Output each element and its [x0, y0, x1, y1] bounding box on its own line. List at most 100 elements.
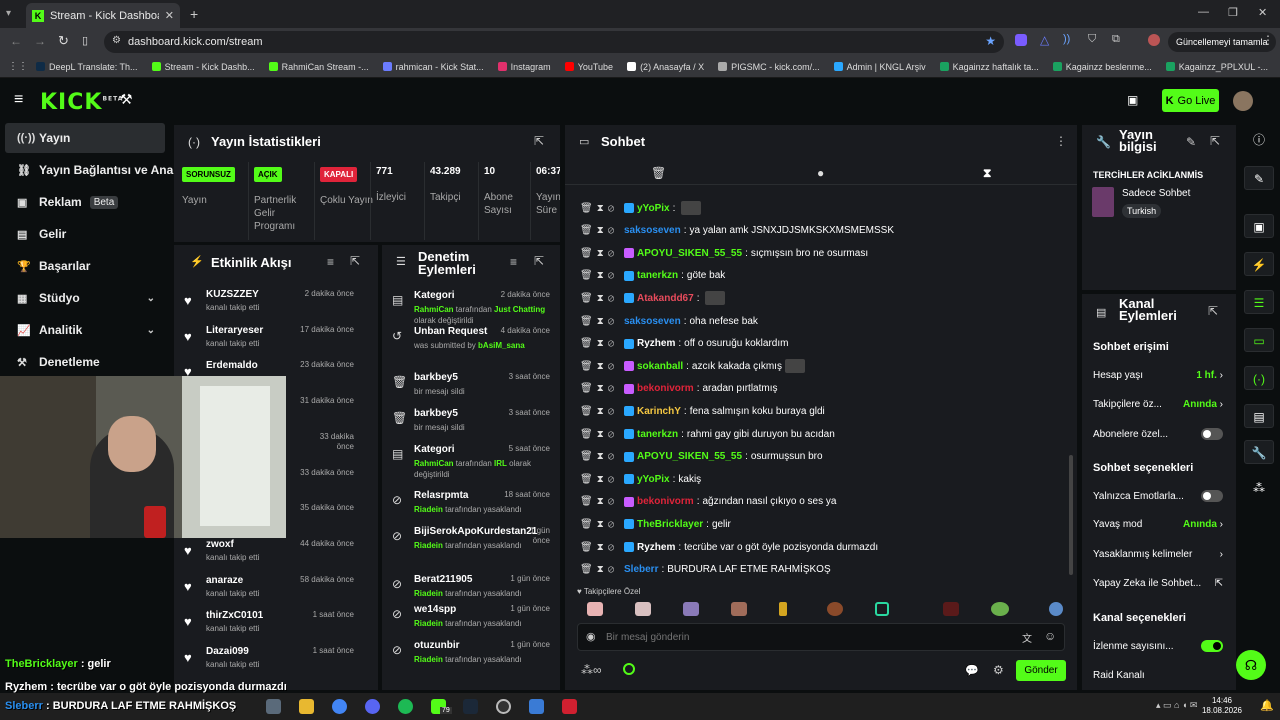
chat-username[interactable]: TheBricklayer: [637, 519, 703, 530]
settings-icon[interactable]: ⚙: [993, 663, 1004, 677]
message-actions-icons[interactable]: 🗑⧗⊘: [580, 429, 624, 440]
emote-icon[interactable]: [635, 602, 651, 616]
emote-icon[interactable]: [731, 602, 747, 616]
message-actions-icons[interactable]: 🗑⧗⊘: [580, 338, 624, 349]
popout-icon[interactable]: ⇱: [1208, 304, 1218, 318]
chat-username[interactable]: Ryzhem: [637, 338, 675, 349]
chevron-down-icon[interactable]: ⌄: [147, 325, 155, 336]
list-rail-icon[interactable]: ☰: [1244, 290, 1274, 314]
send-button[interactable]: Gönder: [1016, 660, 1066, 681]
sidebar-item-6[interactable]: ▦ Stüdyo ⌄: [5, 283, 165, 313]
raid-row[interactable]: Raid Kanalı: [1093, 670, 1223, 681]
update-button[interactable]: Güncellemeyi tamamla: [1168, 32, 1276, 52]
follower-name[interactable]: zwoxf: [206, 539, 234, 550]
apps-grid-icon[interactable]: ⋮⋮: [8, 61, 28, 72]
followers-only-row[interactable]: Takipçilere öz... Anında ›: [1093, 399, 1223, 410]
sidebar-toggle-icon[interactable]: ▯: [82, 34, 88, 47]
taskbar-app-icon[interactable]: [562, 699, 577, 714]
chat-username[interactable]: saksoseven: [624, 225, 681, 236]
emote-icon[interactable]: [827, 602, 843, 616]
chat-username[interactable]: APOYU_SIKEN_55_55: [637, 451, 742, 462]
chat-rail-icon[interactable]: ▭: [1244, 328, 1274, 352]
message-actions-icons[interactable]: 🗑⧗⊘: [580, 316, 624, 327]
translate-icon[interactable]: 文: [1022, 630, 1032, 645]
message-actions-icons[interactable]: 🗑⧗⊘: [580, 519, 624, 530]
emotes-only-toggle[interactable]: [1201, 490, 1223, 502]
chat-username[interactable]: saksoseven: [624, 316, 681, 327]
emote-icon[interactable]: [683, 602, 699, 616]
emote-icon[interactable]: [779, 602, 787, 616]
edit-icon[interactable]: ✎: [1186, 135, 1196, 149]
hamburger-menu-icon[interactable]: ≡: [14, 91, 23, 109]
chat-username[interactable]: tanerkzn: [637, 429, 678, 440]
reload-icon[interactable]: ↻: [58, 33, 69, 49]
mod-action-name[interactable]: Relasrpmta: [414, 490, 468, 501]
message-actions-icons[interactable]: 🗑⧗⊘: [580, 361, 624, 372]
support-headset-icon[interactable]: ☊: [1236, 650, 1266, 680]
chevron-down-icon[interactable]: ⌄: [147, 293, 155, 304]
file-explorer-icon[interactable]: [299, 699, 314, 714]
tab-chat-icon[interactable]: ●: [817, 166, 824, 180]
back-icon[interactable]: ←: [10, 34, 22, 48]
filter-icon[interactable]: ≡: [510, 255, 517, 269]
tab-deleted-icon[interactable]: 🗑: [651, 166, 666, 180]
points-icon[interactable]: ⁂∞: [581, 663, 602, 677]
share-rail-icon[interactable]: ⁂: [1244, 476, 1274, 500]
follower-name[interactable]: thirZxC0101: [206, 610, 263, 621]
shield-icon[interactable]: ⛉: [1088, 33, 1096, 46]
bookmark-item[interactable]: Admin | KNGL Arşiv: [833, 62, 926, 72]
follower-name[interactable]: KUZSZZEY: [206, 289, 259, 300]
message-actions-icons[interactable]: 🗑⧗⊘: [580, 248, 624, 259]
viewer-count-row[interactable]: İzlenme sayısını...: [1093, 640, 1223, 652]
camera-rail-icon[interactable]: ▣: [1244, 214, 1274, 238]
bookmark-item[interactable]: RahmiCan Stream -...: [268, 62, 369, 72]
close-tab-icon[interactable]: ✕: [165, 9, 174, 22]
mod-action-name[interactable]: Kategori: [414, 290, 455, 301]
message-actions-icons[interactable]: 🗑⧗⊘: [580, 474, 624, 485]
follower-name[interactable]: Erdemaldo: [206, 360, 258, 371]
sidebar-item-4[interactable]: ▤ Gelir: [5, 219, 165, 249]
message-actions-icons[interactable]: 🗑⧗⊘: [580, 496, 624, 507]
channel-rail-icon[interactable]: ▤: [1244, 404, 1274, 428]
banned-words-row[interactable]: Yasaklanmış kelimeler ›: [1093, 549, 1223, 560]
mod-action-name[interactable]: barkbey5: [414, 408, 458, 419]
message-actions-icons[interactable]: 🗑⧗⊘: [580, 564, 624, 575]
more-options-icon[interactable]: ⋮: [1055, 134, 1067, 148]
user-avatar[interactable]: [1233, 91, 1253, 111]
account-age-row[interactable]: Hesap yaşı 1 hf. ›: [1093, 370, 1223, 381]
taskbar-app-icon[interactable]: [266, 699, 281, 714]
emote-icon[interactable]: [943, 602, 959, 616]
mod-action-name[interactable]: Unban Request: [414, 326, 487, 337]
bookmark-item[interactable]: Kagainzz haftalık ta...: [939, 62, 1039, 72]
go-live-button[interactable]: K Go Live: [1162, 89, 1219, 112]
subs-only-row[interactable]: Abonelere özel...: [1093, 428, 1223, 440]
extension-wave-icon[interactable]: )): [1063, 33, 1070, 45]
filter-icon[interactable]: ≡: [327, 255, 334, 269]
chat-username[interactable]: sokanball: [637, 361, 683, 372]
hammer-icon[interactable]: ⚒: [120, 91, 133, 108]
discord-icon[interactable]: [365, 699, 380, 714]
message-actions-icons[interactable]: 🗑⧗⊘: [580, 270, 624, 281]
mod-action-name[interactable]: barkbey5: [414, 372, 458, 383]
forward-icon[interactable]: →: [34, 34, 46, 48]
message-actions-icons[interactable]: 🗑⧗⊘: [580, 203, 624, 214]
info-icon[interactable]: ⓘ: [1244, 128, 1274, 152]
chat-username[interactable]: bekonivorm: [637, 496, 694, 507]
bookmark-item[interactable]: Stream - Kick Dashb...: [151, 62, 255, 72]
tab-timeout-icon[interactable]: ⧗: [983, 166, 991, 181]
slow-mode-row[interactable]: Yavaş mod Anında ›: [1093, 519, 1223, 530]
profile-avatar[interactable]: [1148, 34, 1160, 46]
kick-logo[interactable]: KICKBETA: [40, 90, 123, 115]
site-info-icon[interactable]: ⚙: [112, 35, 121, 46]
mod-action-name[interactable]: Kategori: [414, 444, 455, 455]
spotify-icon[interactable]: [398, 699, 413, 714]
chat-username[interactable]: bekonivorm: [637, 383, 694, 394]
subs-only-toggle[interactable]: [1201, 428, 1223, 440]
edit-rail-icon[interactable]: ✎: [1244, 166, 1274, 190]
lightning-rail-icon[interactable]: ⚡: [1244, 252, 1274, 276]
sidebar-item-7[interactable]: 📈 Analitik ⌄: [5, 315, 165, 345]
emote-icon[interactable]: [991, 602, 1009, 616]
message-actions-icons[interactable]: 🗑⧗⊘: [580, 406, 624, 417]
chat-username[interactable]: Sleberr: [624, 564, 658, 575]
follower-name[interactable]: Dazai099: [206, 646, 249, 657]
